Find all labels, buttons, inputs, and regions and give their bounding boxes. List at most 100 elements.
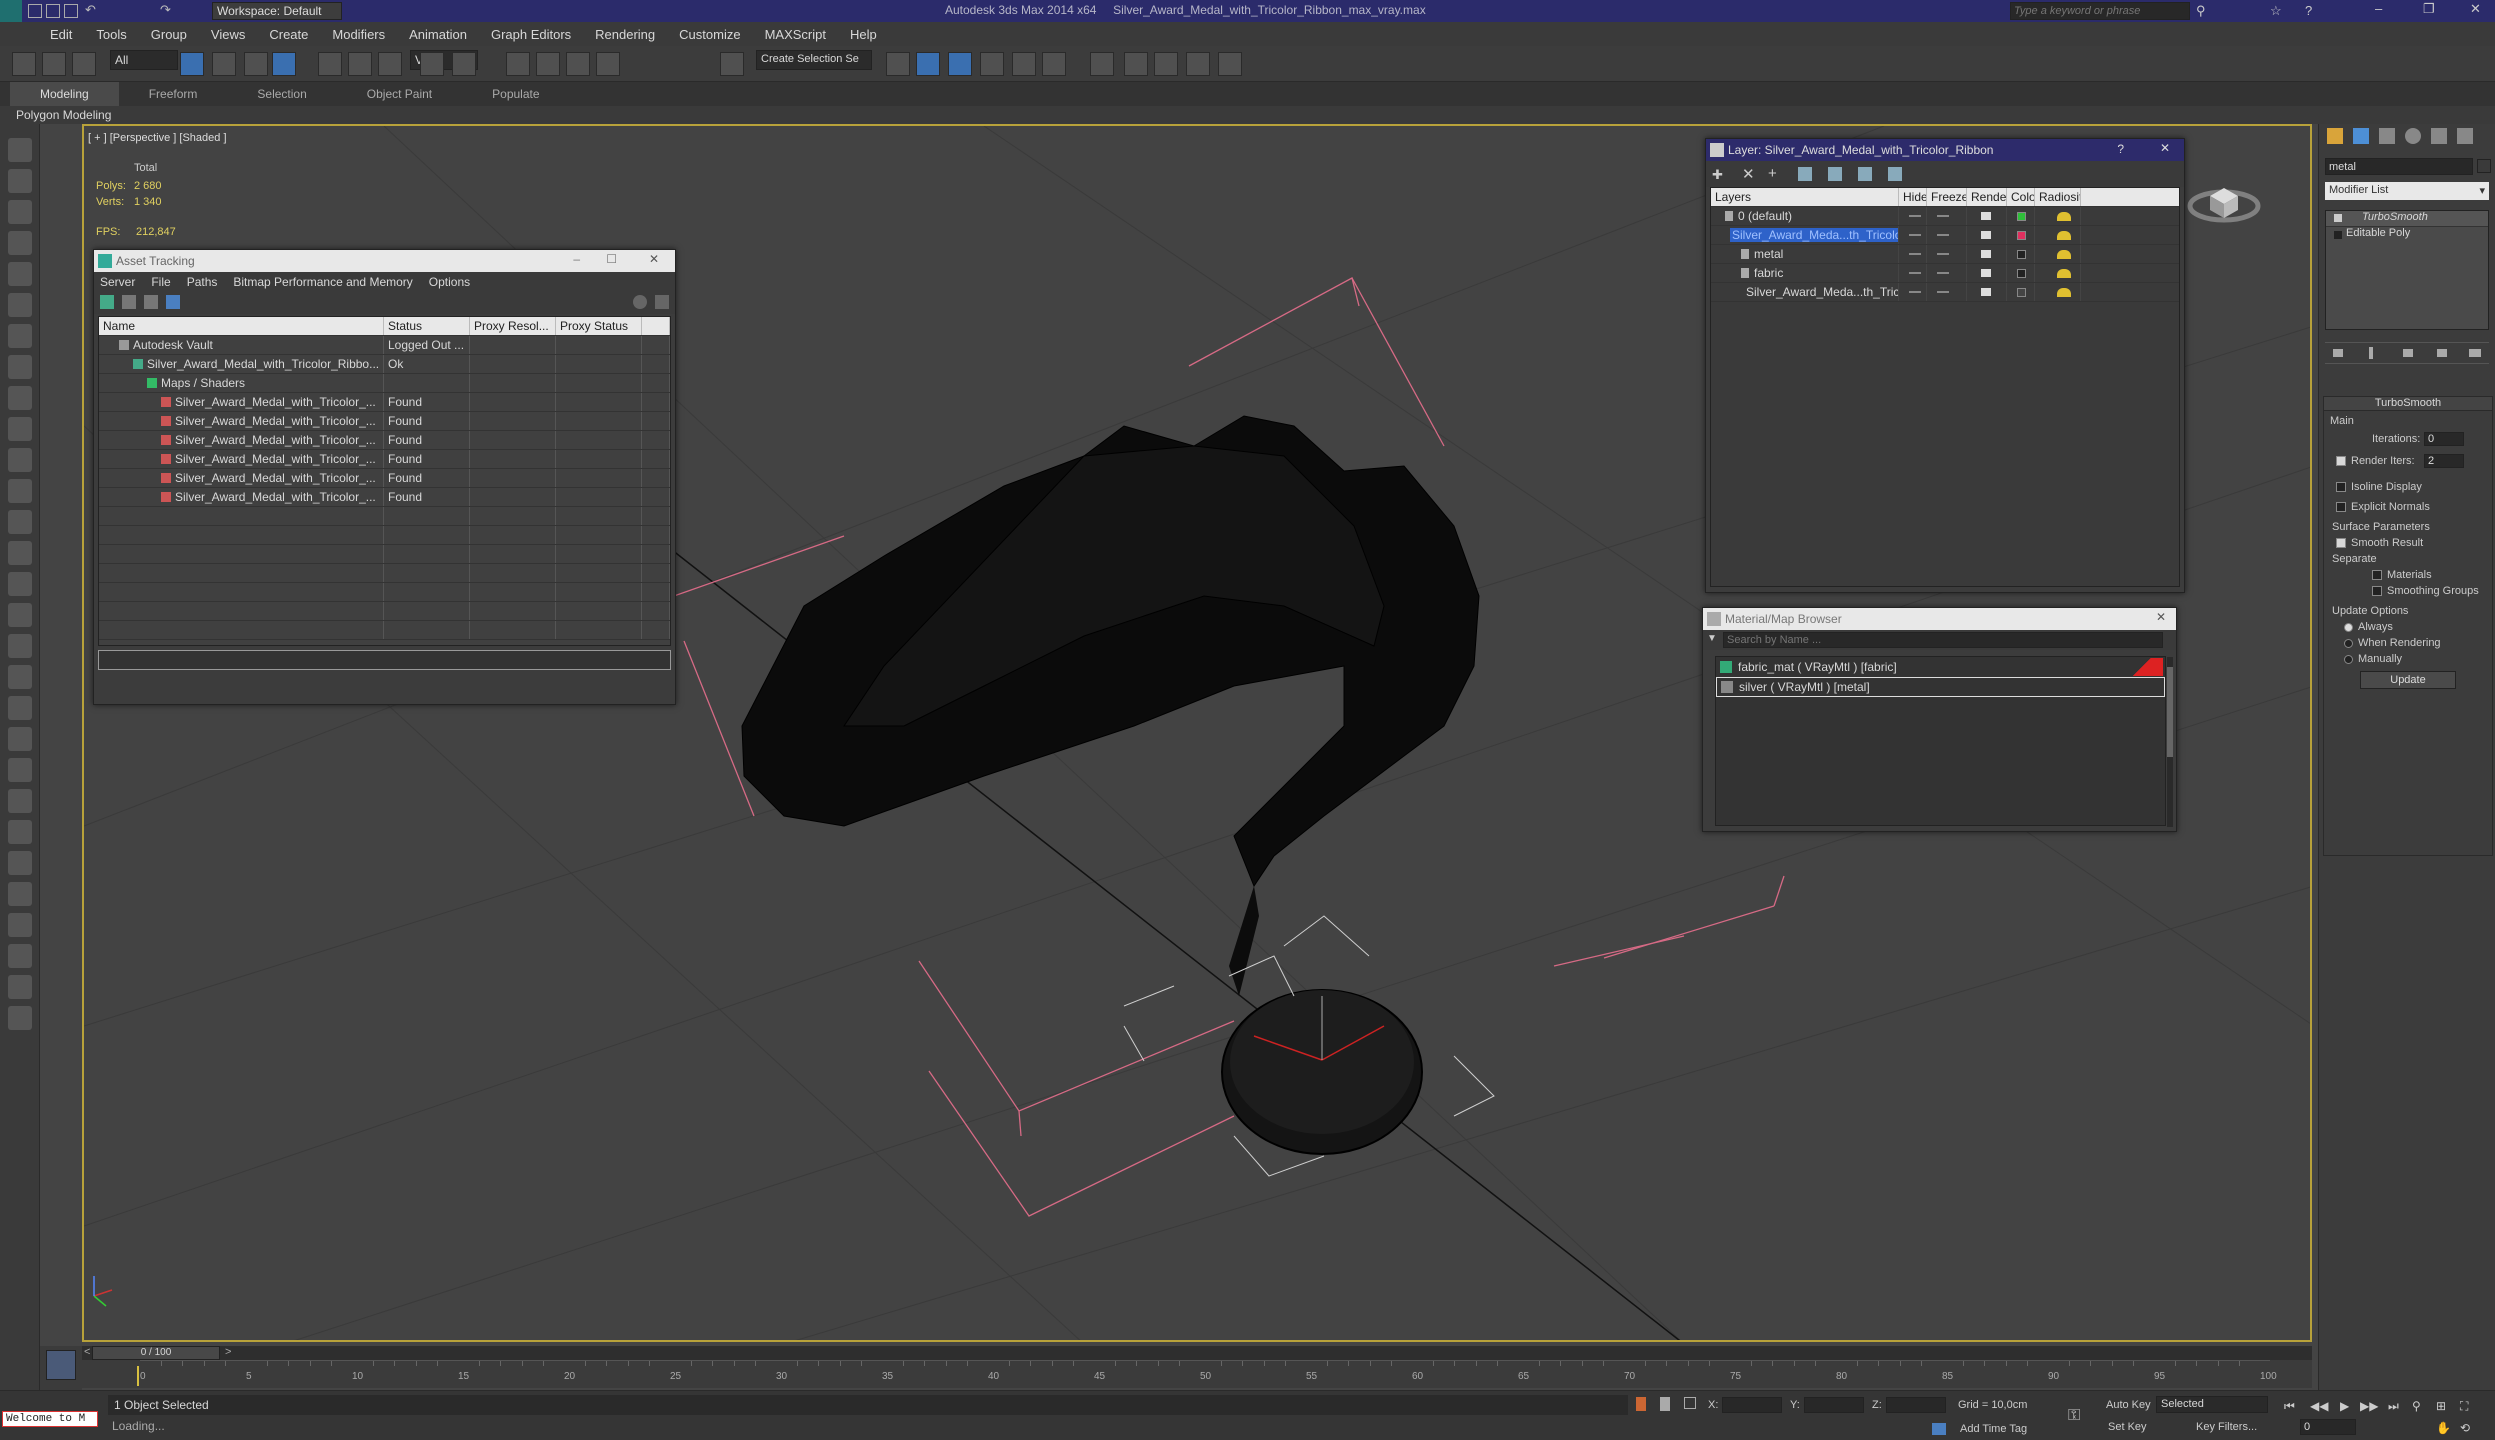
table-row[interactable] — [99, 621, 670, 640]
pan-icon[interactable]: ✋ — [2436, 1421, 2451, 1435]
table-row[interactable] — [99, 526, 670, 545]
maximize-viewport-icon[interactable]: ⛶ — [2460, 1399, 2468, 1414]
menu-item-group[interactable]: Group — [151, 27, 187, 42]
mirror-icon[interactable] — [886, 52, 910, 76]
spinner-snap-icon[interactable] — [596, 52, 620, 76]
torus-icon[interactable] — [8, 603, 32, 627]
select-objects-icon[interactable] — [1798, 167, 1812, 181]
pin-stack-icon[interactable] — [2333, 349, 2343, 357]
biped-icon[interactable] — [8, 851, 32, 875]
close-icon[interactable]: ✕ — [2156, 610, 2166, 624]
create-icon[interactable] — [8, 138, 32, 162]
zoom-icon[interactable]: ⚲ — [2412, 1399, 2421, 1413]
material-scrollbar[interactable] — [2167, 657, 2173, 827]
binoculars-icon[interactable]: ⚲ — [2196, 3, 2206, 19]
list-view-icon[interactable] — [122, 295, 136, 309]
render-setup-icon[interactable] — [1124, 52, 1148, 76]
render-teapot-icon[interactable] — [1981, 250, 1991, 258]
x-coord-input[interactable] — [1722, 1397, 1782, 1413]
save-file-icon[interactable] — [64, 4, 78, 18]
cameras-icon[interactable] — [8, 293, 32, 317]
next-key-icon[interactable]: ▶▶ — [2360, 1399, 2378, 1413]
close-icon[interactable]: ✕ — [2470, 1, 2481, 17]
ribbon-tab-freeform[interactable]: Freeform — [119, 87, 228, 101]
angle-snap-icon[interactable] — [536, 52, 560, 76]
layer-column-header[interactable]: Render — [1967, 188, 2007, 206]
object-name-input[interactable] — [2325, 158, 2473, 175]
layer-row[interactable]: Silver_Award_Meda...th_Tricolor_R — [1711, 226, 2179, 245]
prev-key-icon[interactable]: ◀◀ — [2310, 1399, 2328, 1413]
table-view-icon[interactable] — [166, 295, 180, 309]
next-frame-icon[interactable]: > — [225, 1346, 231, 1358]
hide-all-icon[interactable] — [1858, 167, 1872, 181]
spot-light-icon[interactable] — [8, 758, 32, 782]
explicit-normals-checkbox[interactable] — [2336, 502, 2346, 513]
layer-color-swatch[interactable] — [2017, 230, 2026, 240]
material-editor-icon[interactable] — [1090, 52, 1114, 76]
table-row[interactable] — [99, 507, 670, 526]
snap-icon[interactable] — [506, 52, 530, 76]
select-manipulate-icon[interactable] — [452, 52, 476, 76]
render-iters-spinner[interactable] — [2424, 454, 2464, 468]
when-rendering-radio[interactable] — [2344, 638, 2353, 648]
table-row[interactable]: Silver_Award_Medal_with_Tricolor_... Foun… — [99, 450, 670, 469]
radiosity-icon[interactable] — [2057, 230, 2071, 240]
align-icon[interactable] — [916, 52, 940, 76]
asset-column-header[interactable]: Proxy Resol... — [470, 317, 556, 335]
restore-icon[interactable]: ❐ — [2423, 1, 2435, 17]
display-tab-icon[interactable] — [2431, 128, 2447, 144]
goto-start-icon[interactable]: ⏮ — [2284, 1399, 2295, 1414]
hierarchy-tab-icon[interactable] — [2379, 128, 2395, 144]
modifier-list-dropdown[interactable]: Modifier List ▾ — [2325, 182, 2489, 200]
minimize-icon[interactable]: – — [2375, 1, 2382, 16]
material-browser-titlebar[interactable]: Material/Map Browser ✕ — [1703, 608, 2176, 630]
rendered-frame-icon[interactable] — [1154, 52, 1178, 76]
update-button[interactable]: Update — [2360, 671, 2456, 689]
y-coord-input[interactable] — [1804, 1397, 1864, 1413]
vray-icon[interactable] — [8, 944, 32, 968]
asset-menu-bitmap-performance-and-memory[interactable]: Bitmap Performance and Memory — [233, 275, 412, 289]
target-camera-icon[interactable] — [8, 789, 32, 813]
freeze-all-icon[interactable] — [1888, 167, 1902, 181]
table-row[interactable] — [99, 583, 670, 602]
render-teapot-icon[interactable] — [1981, 269, 1991, 277]
close-icon[interactable]: ✕ — [649, 252, 659, 266]
asset-column-header[interactable]: Status — [384, 317, 470, 335]
cone-icon[interactable] — [8, 448, 32, 472]
zoom-all-icon[interactable]: ⊞ — [2436, 1399, 2446, 1413]
menu-item-graph-editors[interactable]: Graph Editors — [491, 27, 571, 42]
freeze-toggle-icon[interactable] — [1937, 234, 1949, 236]
layer-column-header[interactable]: Freeze — [1927, 188, 1967, 206]
settings-icon[interactable] — [655, 295, 669, 309]
selection-filter-dropdown[interactable]: All — [110, 50, 178, 70]
motion-tab-icon[interactable] — [2405, 128, 2421, 144]
menu-item-tools[interactable]: Tools — [96, 27, 126, 42]
time-tag-icon[interactable] — [1932, 1423, 1946, 1435]
time-slider-track[interactable]: < 0 / 100 > — [82, 1346, 2312, 1360]
maxscript-listener[interactable]: Welcome to M — [2, 1411, 98, 1427]
radiosity-icon[interactable] — [2057, 211, 2071, 221]
stack-item-editable-poly[interactable]: Editable Poly — [2326, 227, 2488, 243]
hide-toggle-icon[interactable] — [1909, 234, 1921, 236]
omni-light-icon[interactable] — [8, 727, 32, 751]
radiosity-icon[interactable] — [2057, 249, 2071, 259]
menu-item-customize[interactable]: Customize — [679, 27, 740, 42]
cylinder-icon[interactable] — [8, 541, 32, 565]
table-row[interactable] — [99, 564, 670, 583]
add-to-layer-icon[interactable]: + — [1768, 165, 1777, 182]
hierarchy-icon[interactable] — [8, 200, 32, 224]
pyramid-icon[interactable] — [8, 634, 32, 658]
scale-icon[interactable] — [378, 52, 402, 76]
add-time-tag-button[interactable]: Add Time Tag — [1960, 1423, 2027, 1435]
asset-menu-paths[interactable]: Paths — [187, 275, 218, 289]
layer-manager-titlebar[interactable]: Layer: Silver_Award_Medal_with_Tricolor_… — [1706, 139, 2184, 161]
ribbon-tab-modeling[interactable]: Modeling — [10, 82, 119, 106]
table-row[interactable] — [99, 545, 670, 564]
z-coord-input[interactable] — [1886, 1397, 1946, 1413]
particles-icon[interactable] — [8, 882, 32, 906]
helpers-icon[interactable] — [8, 324, 32, 348]
radiosity-icon[interactable] — [2057, 268, 2071, 278]
table-row[interactable]: Silver_Award_Medal_with_Tricolor_Ribbo..… — [99, 355, 670, 374]
timeline-ruler[interactable]: 0 5 10 15 20 25 30 35 40 45 50 55 60 65 70 75 80 85 90 95 10… — [140, 1360, 2277, 1388]
ribbon-tab-populate[interactable]: Populate — [462, 87, 569, 101]
